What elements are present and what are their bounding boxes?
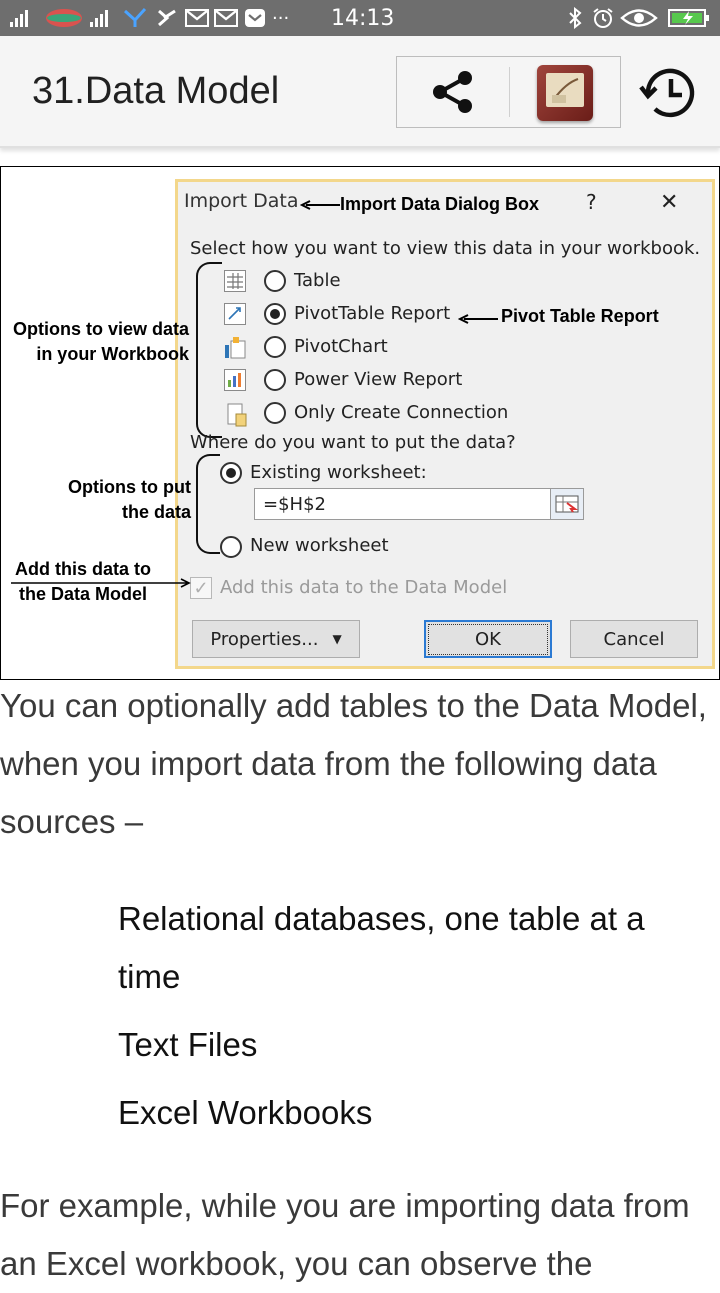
share-icon xyxy=(433,71,472,113)
signal-icon xyxy=(10,0,28,36)
option-connection[interactable]: Only Create Connection xyxy=(294,402,508,423)
carrier-logo-icon xyxy=(44,0,84,36)
list-item: Text Files xyxy=(118,1026,258,1063)
connection-icon xyxy=(224,402,247,427)
pivotchart-icon xyxy=(224,336,246,359)
gmail-icon xyxy=(185,0,209,36)
bluetooth-icon xyxy=(567,0,583,36)
help-icon[interactable]: ? xyxy=(586,190,597,214)
divider xyxy=(509,67,510,117)
book-button[interactable] xyxy=(537,65,593,121)
annotation-dialog-box: Import Data Dialog Box xyxy=(340,194,540,214)
arrow-icon xyxy=(11,578,191,588)
pivottable-icon xyxy=(224,303,246,325)
annotation-view-options: Options to view data in your Workbook xyxy=(12,319,189,364)
annotation-pivot-table: Pivot Table Report xyxy=(501,306,659,326)
intro-paragraph: You can optionally add tables to the Dat… xyxy=(0,687,707,840)
range-picker-button[interactable] xyxy=(550,488,584,520)
status-bar: ··· 14:13 xyxy=(0,0,720,36)
action-group xyxy=(396,56,621,128)
data-sources-list: Relational databases, one table at a tim… xyxy=(118,890,698,1152)
history-button[interactable] xyxy=(636,60,702,126)
gmail-icon xyxy=(214,0,238,36)
close-icon[interactable]: ✕ xyxy=(660,190,678,215)
section-view-label: Select how you want to view this data in… xyxy=(190,238,701,259)
power-view-icon xyxy=(224,369,246,391)
bracket xyxy=(196,454,220,554)
radio-pivotchart[interactable] xyxy=(264,336,286,358)
list-item: Excel Workbooks xyxy=(118,1094,373,1131)
add-to-data-model-checkbox[interactable]: ✓ xyxy=(190,577,212,599)
arrow-icon xyxy=(300,200,340,210)
history-icon xyxy=(639,68,695,118)
clock: 14:13 xyxy=(331,5,395,31)
cell-reference-input[interactable]: =$H$2 xyxy=(254,488,552,520)
radio-existing-worksheet[interactable] xyxy=(220,462,242,484)
dialog-title: Import Data xyxy=(184,190,299,212)
mail-icon xyxy=(244,0,266,36)
tethering-icon xyxy=(122,0,148,36)
page-title: 31.Data Model xyxy=(32,70,280,112)
properties-label: Properties... xyxy=(210,628,319,650)
option-pivottable[interactable]: PivotTable Report xyxy=(294,303,450,324)
option-existing-worksheet[interactable]: Existing worksheet: xyxy=(250,462,427,483)
cancel-label: Cancel xyxy=(603,628,665,650)
properties-button[interactable]: Properties... ▼ xyxy=(192,620,360,658)
list-item: Relational databases, one table at a tim… xyxy=(118,900,645,995)
option-pivotchart[interactable]: PivotChart xyxy=(294,336,388,357)
bracket xyxy=(196,262,222,438)
import-data-dialog: Import Data Import Data Dialog Box ? ✕ S… xyxy=(175,179,715,669)
radio-power-view[interactable] xyxy=(264,369,286,391)
option-table[interactable]: Table xyxy=(294,270,341,291)
app-bar: 31.Data Model xyxy=(0,36,720,148)
signal-icon xyxy=(90,0,108,36)
battery-charging-icon xyxy=(668,0,710,36)
radio-pivottable[interactable] xyxy=(264,303,286,325)
annotation-put-data: Options to put the data xyxy=(68,477,191,522)
import-data-illustration: Import Data Import Data Dialog Box ? ✕ S… xyxy=(0,166,720,680)
check-icon xyxy=(156,0,178,36)
alarm-icon xyxy=(592,0,614,36)
radio-table[interactable] xyxy=(264,270,286,292)
table-icon xyxy=(224,270,246,292)
book-icon xyxy=(546,73,584,107)
radio-new-worksheet[interactable] xyxy=(220,536,242,558)
option-new-worksheet[interactable]: New worksheet xyxy=(250,535,389,556)
followup-paragraph: For example, while you are importing dat… xyxy=(0,1187,690,1282)
more-icon: ··· xyxy=(272,7,290,29)
dropdown-arrow-icon: ▼ xyxy=(332,632,342,646)
ok-button[interactable]: OK xyxy=(424,620,552,658)
option-power-view[interactable]: Power View Report xyxy=(294,369,462,390)
add-to-data-model-label: Add this data to the Data Model xyxy=(220,577,508,598)
ok-label: OK xyxy=(428,623,548,655)
cancel-button[interactable]: Cancel xyxy=(570,620,698,658)
section-put-label: Where do you want to put the data? xyxy=(190,432,516,453)
range-picker-icon xyxy=(555,495,579,513)
eye-icon xyxy=(620,0,658,36)
share-button[interactable] xyxy=(397,57,509,127)
cell-reference-value: =$H$2 xyxy=(263,494,326,515)
arrow-icon xyxy=(458,314,498,324)
radio-connection[interactable] xyxy=(264,402,286,424)
